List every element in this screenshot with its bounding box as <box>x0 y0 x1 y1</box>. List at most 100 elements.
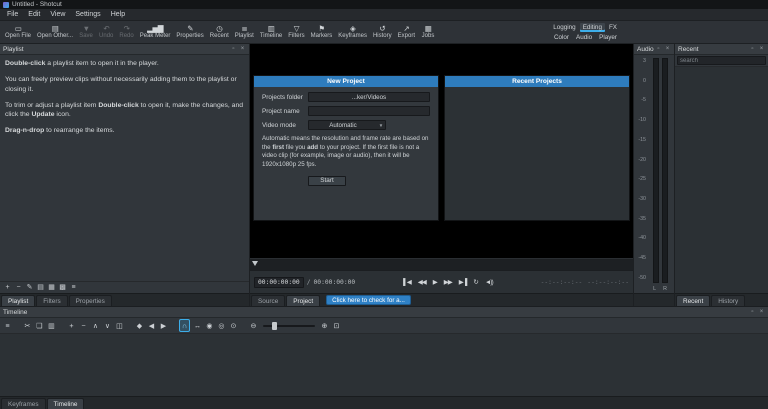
timeline-tracks-area[interactable] <box>0 334 768 396</box>
open-file-button[interactable]: ▭ Open File <box>2 22 34 43</box>
scale-tick: -5 <box>641 97 646 104</box>
tab-project[interactable]: Project <box>286 295 321 306</box>
position-timecode[interactable]: 00:00:00:00 <box>254 276 304 288</box>
check-upgrade-button[interactable]: Click here to check for a... <box>326 295 411 305</box>
recent-float-icon[interactable]: ▫ <box>749 45 756 53</box>
zoom-slider-handle[interactable] <box>272 321 277 330</box>
recent-button[interactable]: ◷ Recent <box>207 22 232 43</box>
play-backwards-button[interactable]: ◀◀ <box>418 278 427 286</box>
tab-filters[interactable]: Filters <box>36 295 68 306</box>
menu-view[interactable]: View <box>45 10 70 19</box>
tab-playlist[interactable]: Playlist <box>1 295 36 306</box>
next-marker-button[interactable]: ▶ <box>159 319 168 332</box>
loop-button[interactable]: ↻ <box>473 278 479 286</box>
split-button[interactable]: ◫ <box>115 319 124 332</box>
layout-editing-button[interactable]: Editing <box>579 22 605 32</box>
tab-recent[interactable]: Recent <box>676 295 711 306</box>
timeline-float-icon[interactable]: ▫ <box>749 308 756 316</box>
menu-settings[interactable]: Settings <box>70 10 105 19</box>
view-tiles-button[interactable]: ▦ <box>47 283 56 293</box>
export-button[interactable]: ↗ Export <box>395 22 418 43</box>
recent-search-row <box>675 55 768 67</box>
cut-button[interactable]: ✂ <box>23 319 32 332</box>
ripple-markers-toggle[interactable]: ⊙ <box>229 319 238 332</box>
playlist-menu-button[interactable]: ≡ <box>69 283 78 293</box>
layout-logging-button[interactable]: Logging <box>550 23 578 32</box>
tab-keyframes[interactable]: Keyframes <box>1 398 46 409</box>
menu-file[interactable]: File <box>2 10 23 19</box>
playlist-button[interactable]: ≣ Playlist <box>232 22 257 43</box>
layout-audio-button[interactable]: Audio <box>573 33 595 42</box>
save-button[interactable]: ▼ Save <box>76 22 96 43</box>
volume-button[interactable]: ◄)) <box>485 279 494 286</box>
playlist-update-button[interactable]: ✎ <box>25 283 34 293</box>
playlist-float-icon[interactable]: ▫ <box>230 45 237 53</box>
recent-projects-list[interactable] <box>445 87 629 220</box>
view-details-button[interactable]: ▤ <box>36 283 45 293</box>
layout-player-button[interactable]: Player <box>596 33 620 42</box>
playlist-add-button[interactable]: + <box>3 283 12 293</box>
timeline-menu-button[interactable]: ≡ <box>3 319 12 332</box>
menu-help[interactable]: Help <box>106 10 130 19</box>
snap-toggle[interactable]: ∩ <box>179 319 190 332</box>
ripple-toggle[interactable]: ◉ <box>205 319 214 332</box>
zoom-fit-button[interactable]: ⊡ <box>332 319 341 332</box>
tab-timeline[interactable]: Timeline <box>46 398 85 409</box>
ripple-delete-button[interactable]: − <box>79 319 88 332</box>
start-button[interactable]: Start <box>308 175 346 186</box>
playlist-remove-button[interactable]: − <box>14 283 23 293</box>
menu-edit[interactable]: Edit <box>23 10 45 19</box>
undo-button[interactable]: ↶ Undo <box>96 22 116 43</box>
zoom-out-button[interactable]: ⊖ <box>249 319 258 332</box>
scrub-while-dragging-toggle[interactable]: ↔ <box>193 319 202 332</box>
filters-button[interactable]: ▽ Filters <box>285 22 307 43</box>
peak-meter-button[interactable]: ▂▅▇ Peak Meter <box>137 22 174 43</box>
audio-close-icon[interactable]: × <box>664 45 671 53</box>
timeline-button[interactable]: ▥ Timeline <box>257 22 285 43</box>
history-label: History <box>372 33 392 39</box>
copy-button[interactable]: ❏ <box>35 319 44 332</box>
recent-panel-header: Recent ▫ × <box>675 44 768 55</box>
open-other-button[interactable]: ▤ Open Other... <box>34 22 76 43</box>
playlist-label: Playlist <box>234 33 254 39</box>
skip-to-end-button[interactable]: ▶▐ <box>459 278 468 286</box>
keyframes-button[interactable]: ◈ Keyframes <box>335 22 370 43</box>
selected-duration-field[interactable]: --:--:--:-- <box>587 279 629 286</box>
ripple-all-tracks-toggle[interactable]: ◎ <box>217 319 226 332</box>
seek-bar[interactable] <box>250 258 633 270</box>
timeline-close-icon[interactable]: × <box>758 308 765 316</box>
lift-button[interactable]: ∧ <box>91 319 100 332</box>
in-point-field[interactable]: --:--:--:-- <box>541 279 583 286</box>
tab-properties[interactable]: Properties <box>68 295 112 306</box>
tab-source[interactable]: Source <box>251 295 286 306</box>
zoom-slider-track[interactable] <box>263 324 315 327</box>
project-name-input[interactable] <box>308 106 430 116</box>
history-button[interactable]: ↺ History <box>370 22 395 43</box>
markers-button[interactable]: ⚑ Markers <box>308 22 336 43</box>
video-viewer: New Project Projects folder ...ker/Video… <box>250 44 633 258</box>
prev-marker-button[interactable]: ◀ <box>147 319 156 332</box>
audio-float-icon[interactable]: ▫ <box>655 45 662 53</box>
video-mode-select[interactable]: Automatic ▼ <box>308 120 386 130</box>
play-button[interactable]: ▶ <box>433 278 438 286</box>
layout-fx-button[interactable]: FX <box>606 23 620 32</box>
redo-button[interactable]: ↷ Redo <box>116 22 136 43</box>
zoom-slider[interactable] <box>263 321 315 331</box>
playlist-close-icon[interactable]: × <box>239 45 246 53</box>
marker-button[interactable]: ◆ <box>135 319 144 332</box>
skip-to-start-button[interactable]: ▌◀ <box>403 278 412 286</box>
playhead-marker[interactable] <box>252 261 258 266</box>
projects-folder-button[interactable]: ...ker/Videos <box>308 92 430 102</box>
overwrite-button[interactable]: ∨ <box>103 319 112 332</box>
append-button[interactable]: + <box>67 319 76 332</box>
tab-history[interactable]: History <box>711 295 746 306</box>
properties-button[interactable]: ✎ Properties <box>173 22 206 43</box>
paste-button[interactable]: ▥ <box>47 319 56 332</box>
play-forwards-button[interactable]: ▶▶ <box>444 278 453 286</box>
view-icons-button[interactable]: ▩ <box>58 283 67 293</box>
layout-color-button[interactable]: Color <box>551 33 572 42</box>
jobs-button[interactable]: ▦ Jobs <box>418 22 438 43</box>
recent-close-icon[interactable]: × <box>758 45 765 53</box>
recent-search-input[interactable] <box>677 56 766 65</box>
zoom-in-button[interactable]: ⊕ <box>320 319 329 332</box>
